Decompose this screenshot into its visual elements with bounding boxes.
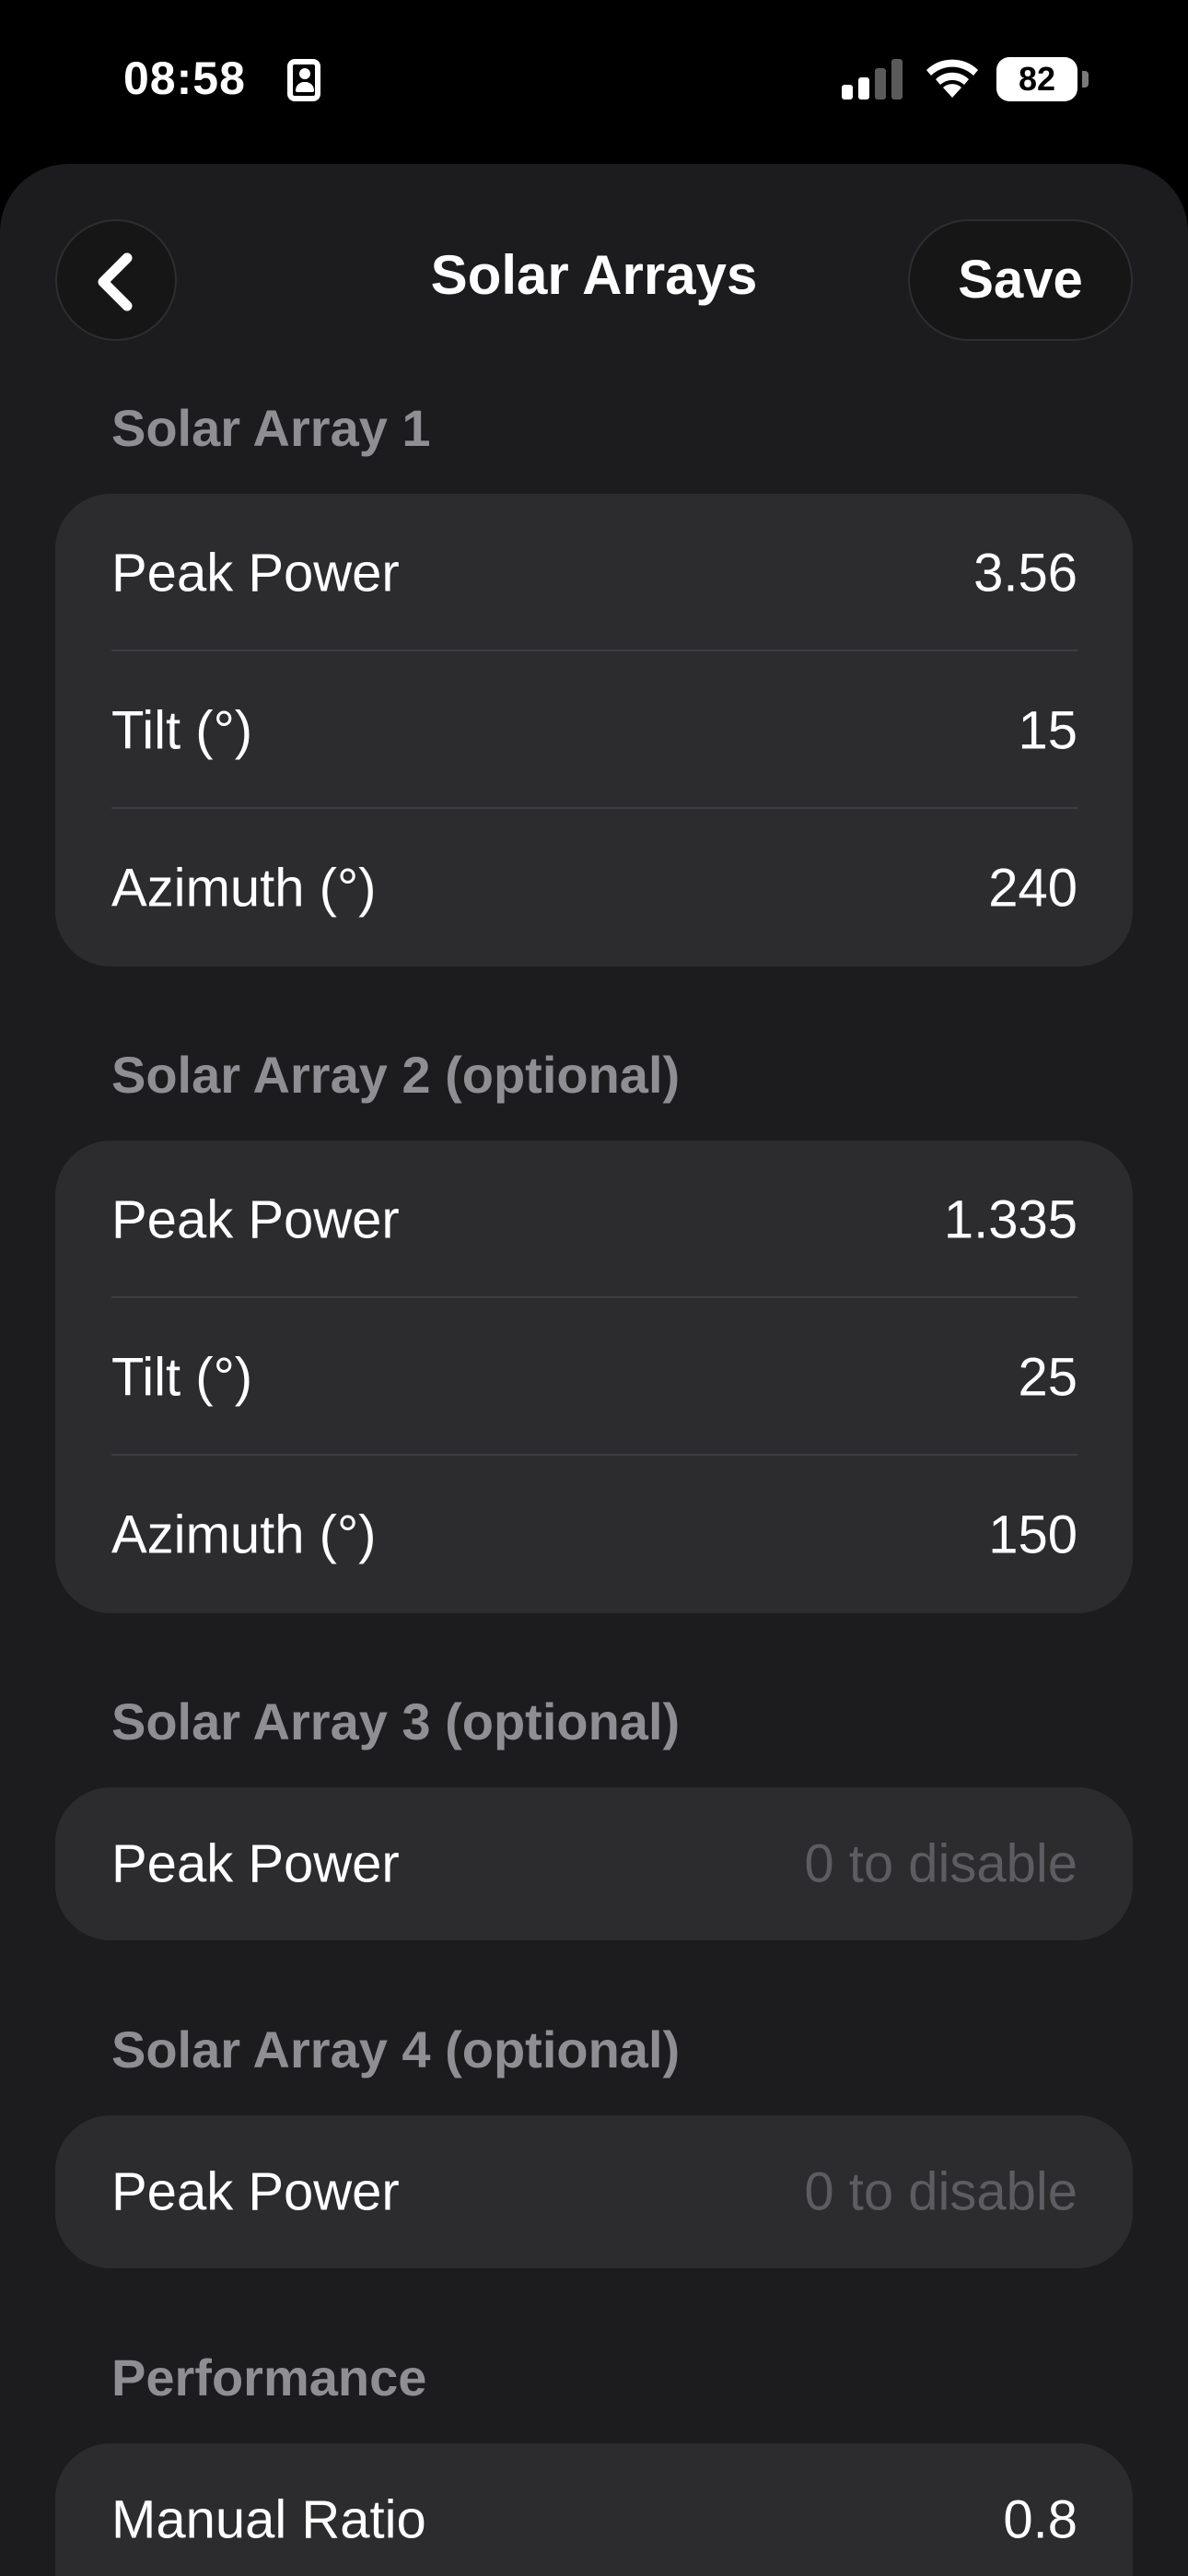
row-label: Peak Power — [111, 1189, 400, 1249]
status-time: 08:58 — [123, 53, 246, 104]
card-solar-array-4: Peak Power 0 to disable — [55, 2115, 1133, 2268]
save-button[interactable]: Save — [908, 219, 1133, 341]
row-label: Azimuth (°) — [111, 858, 377, 918]
row-label: Manual Ratio — [111, 2489, 426, 2550]
row-manual-ratio[interactable]: Manual Ratio 0.8 — [55, 2443, 1133, 2576]
id-card-icon — [287, 59, 320, 101]
row-peak-power[interactable]: Peak Power 0 to disable — [55, 1787, 1133, 1940]
row-tilt[interactable]: Tilt (°) 15 — [55, 651, 1133, 809]
row-peak-power[interactable]: Peak Power 0 to disable — [55, 2115, 1133, 2268]
row-label: Peak Power — [111, 2161, 400, 2222]
section-header-solar-array-2: Solar Array 2 (optional) — [111, 1046, 681, 1104]
battery-icon: 82 — [996, 57, 1089, 101]
peak-power-field[interactable]: 1.335 — [944, 1188, 1077, 1250]
card-solar-array-2: Peak Power 1.335 Tilt (°) 25 Azimuth (°)… — [55, 1141, 1133, 1613]
row-azimuth[interactable]: Azimuth (°) 240 — [55, 809, 1133, 966]
card-performance: Manual Ratio 0.8 — [55, 2443, 1133, 2576]
card-solar-array-3: Peak Power 0 to disable — [55, 1787, 1133, 1940]
row-label: Azimuth (°) — [111, 1505, 377, 1564]
row-azimuth[interactable]: Azimuth (°) 150 — [55, 1456, 1133, 1613]
row-peak-power[interactable]: Peak Power 3.56 — [55, 494, 1133, 651]
section-header-solar-array-4: Solar Array 4 (optional) — [111, 2020, 681, 2078]
peak-power-field[interactable]: 0 to disable — [804, 1833, 1077, 1895]
row-label: Tilt (°) — [111, 1347, 253, 1407]
cellular-signal-icon — [842, 59, 903, 100]
section-header-solar-array-1: Solar Array 1 — [111, 399, 431, 457]
row-peak-power[interactable]: Peak Power 1.335 — [55, 1141, 1133, 1298]
azimuth-field[interactable]: 150 — [988, 1504, 1077, 1565]
row-label: Peak Power — [111, 1833, 400, 1894]
manual-ratio-field[interactable]: 0.8 — [1003, 2489, 1077, 2551]
row-label: Tilt (°) — [111, 700, 253, 760]
row-tilt[interactable]: Tilt (°) 25 — [55, 1298, 1133, 1456]
tilt-field[interactable]: 15 — [1018, 699, 1077, 761]
section-header-solar-array-3: Solar Array 3 (optional) — [111, 1692, 681, 1751]
card-solar-array-1: Peak Power 3.56 Tilt (°) 15 Azimuth (°) … — [55, 494, 1133, 966]
section-header-performance: Performance — [111, 2348, 427, 2406]
tilt-field[interactable]: 25 — [1018, 1346, 1077, 1408]
status-bar: 08:58 82 — [0, 0, 1188, 164]
azimuth-field[interactable]: 240 — [988, 857, 1077, 919]
peak-power-field[interactable]: 3.56 — [973, 542, 1077, 603]
wifi-icon — [923, 52, 982, 100]
peak-power-field[interactable]: 0 to disable — [804, 2161, 1077, 2223]
row-label: Peak Power — [111, 543, 400, 603]
